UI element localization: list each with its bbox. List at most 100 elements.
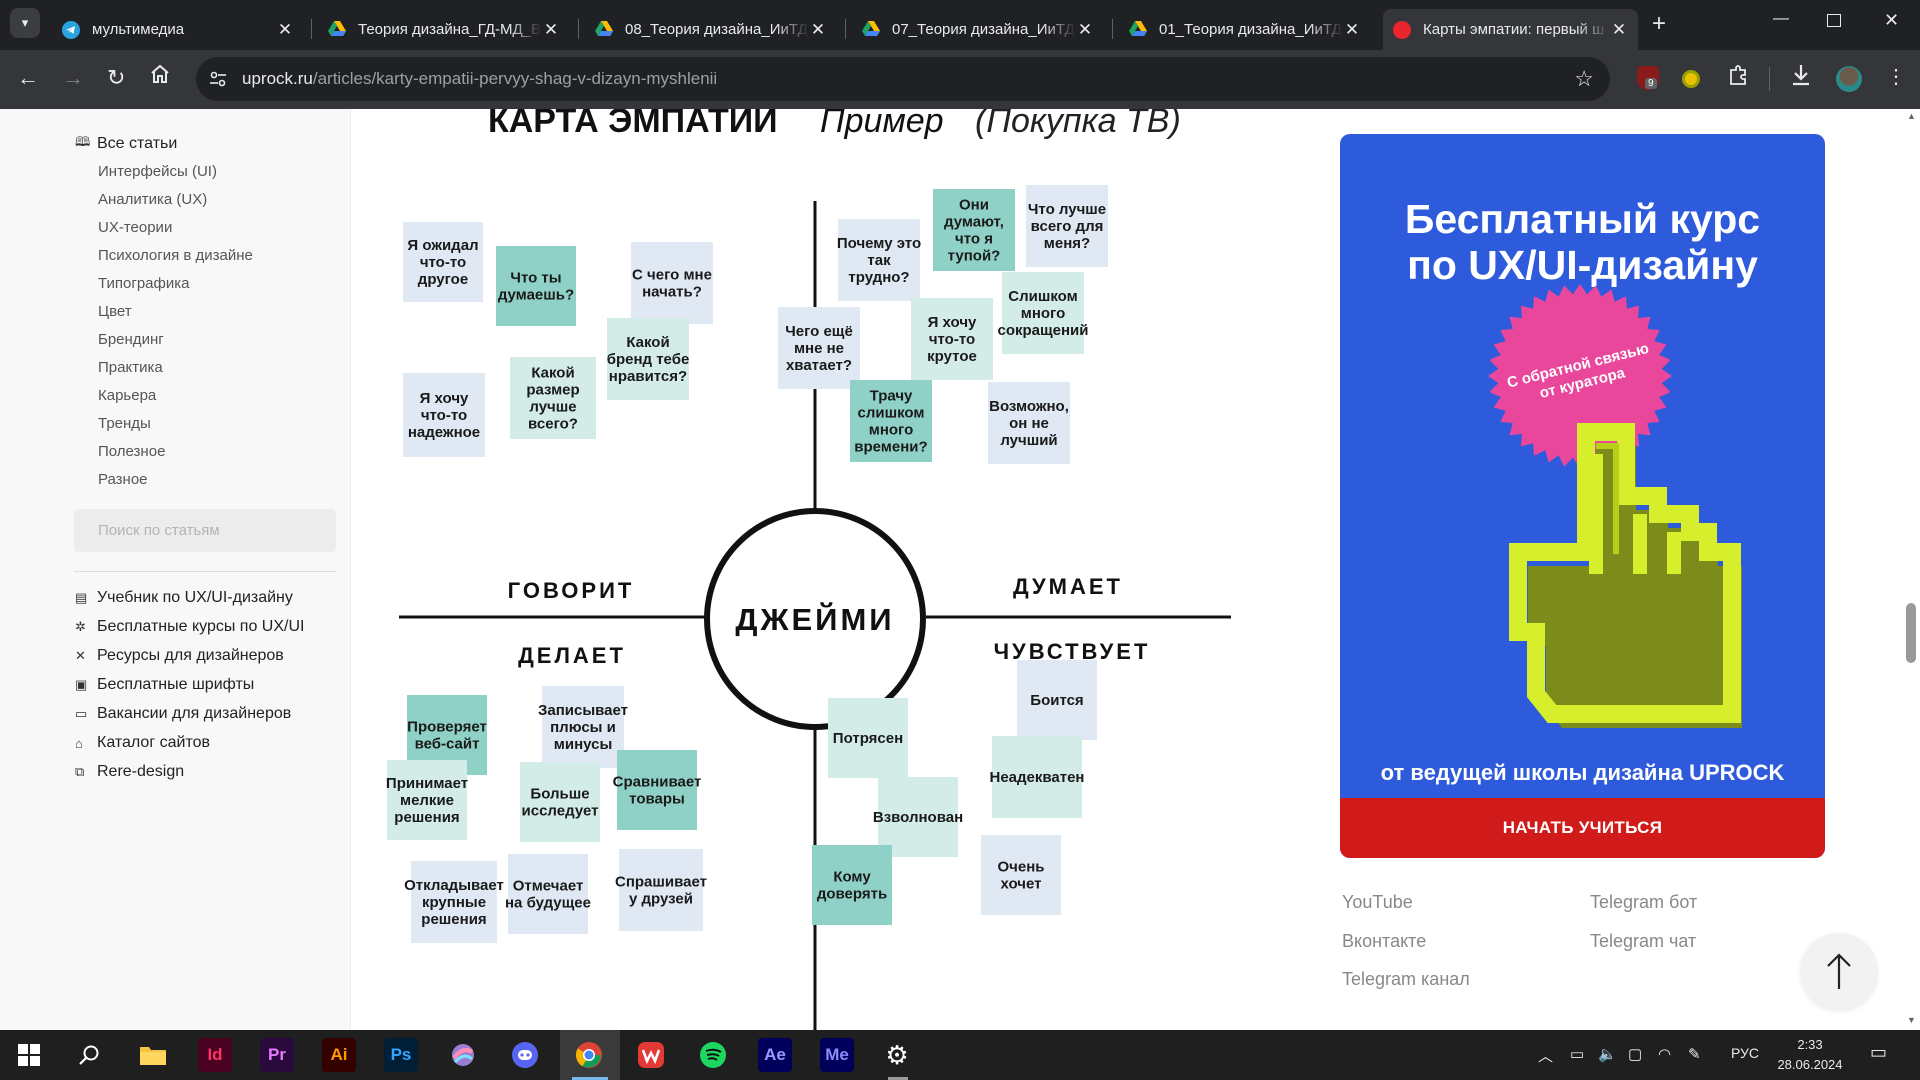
sidebar-divider — [74, 571, 336, 572]
sticky-note: Слишком много сокращений — [997, 272, 1089, 354]
tab-theory-07[interactable]: 07_Теория дизайна_ИиТД ✕ — [852, 9, 1104, 50]
menu-kebab-icon[interactable]: ⋮ — [1886, 64, 1906, 89]
media-encoder-icon[interactable]: Me — [820, 1038, 854, 1072]
extension-icon[interactable] — [1682, 70, 1700, 88]
tab-theory-01[interactable]: 01_Теория дизайна_ИиТД ✕ — [1119, 9, 1371, 50]
close-icon[interactable]: ✕ — [1076, 20, 1094, 40]
scroll-to-top-button[interactable] — [1800, 933, 1878, 1011]
tab-search-button[interactable]: ▾ — [10, 8, 40, 38]
page-content: 🕮 Все статьи Интерфейсы (UI) Аналитика (… — [0, 109, 1920, 1030]
font-icon: ▣ — [75, 677, 88, 692]
profile-avatar[interactable] — [1836, 66, 1862, 92]
uprock-icon — [1393, 20, 1411, 39]
bookmark-star-icon[interactable]: ☆ — [1574, 66, 1594, 92]
restore-icon[interactable] — [1827, 14, 1841, 27]
close-icon[interactable]: ✕ — [276, 20, 294, 40]
home-icon[interactable] — [150, 64, 170, 89]
spotify-icon[interactable] — [696, 1038, 730, 1072]
after-effects-icon[interactable]: Ae — [758, 1038, 792, 1072]
sidebar-link-vacancies[interactable]: ▭ Вакансии для дизайнеров — [75, 705, 291, 723]
close-icon[interactable]: ✕ — [809, 20, 827, 40]
reload-icon[interactable]: ↻ — [107, 65, 125, 91]
category-ux[interactable]: Аналитика (UX) — [98, 191, 207, 208]
article-search-input[interactable] — [74, 509, 336, 552]
extensions-puzzle-icon[interactable] — [1727, 64, 1749, 91]
category-typography[interactable]: Типографика — [98, 275, 189, 292]
forward-icon[interactable]: → — [62, 65, 84, 91]
sidebar-link-catalog[interactable]: ⌂ Каталог сайтов — [75, 734, 210, 752]
scrollbar-thumb[interactable] — [1906, 603, 1916, 663]
volume-icon[interactable]: 🔈 — [1598, 1045, 1617, 1063]
download-icon[interactable] — [1790, 63, 1812, 92]
site-settings-icon[interactable] — [208, 69, 228, 94]
indesign-icon[interactable]: Id — [198, 1038, 232, 1072]
search-icon[interactable] — [72, 1038, 106, 1072]
google-drive-icon — [862, 20, 880, 39]
category-color[interactable]: Цвет — [98, 303, 132, 320]
telegram-chat-link[interactable]: Telegram чат — [1590, 931, 1696, 952]
settings-gear-icon[interactable]: ⚙ — [880, 1038, 914, 1072]
tab-theory-gd[interactable]: Теория дизайна_ГД-МД_В ✕ — [318, 9, 570, 50]
app-swirl-icon[interactable] — [446, 1038, 480, 1072]
category-ui[interactable]: Интерфейсы (UI) — [98, 163, 217, 180]
pen-icon[interactable]: ✎ — [1688, 1045, 1701, 1063]
category-useful[interactable]: Полезное — [98, 443, 165, 460]
address-bar[interactable]: uprock.ru/articles/karty-empatii-pervyy-… — [196, 57, 1610, 101]
close-icon[interactable]: ✕ — [542, 20, 560, 40]
windows-start-icon[interactable] — [12, 1038, 46, 1072]
page-scrollbar[interactable]: ▲ ▼ — [1902, 109, 1920, 1030]
tools-icon: ✕ — [75, 648, 86, 663]
telegram-channel-link[interactable]: Telegram канал — [1342, 969, 1470, 990]
vk-link[interactable]: Вконтакте — [1342, 931, 1426, 952]
copy-icon: ⧉ — [75, 764, 85, 779]
show-hidden-icons-chevron[interactable]: ︿ — [1538, 1045, 1553, 1066]
start-learning-button[interactable]: НАЧАТЬ УЧИТЬСЯ — [1340, 798, 1825, 858]
illustrator-icon[interactable]: Ai — [322, 1038, 356, 1072]
category-trends[interactable]: Тренды — [98, 415, 151, 432]
window-close-icon[interactable]: ✕ — [1884, 10, 1899, 31]
sidebar-link-fonts[interactable]: ▣ Бесплатные шрифты — [75, 676, 254, 694]
minimize-icon[interactable]: — — [1773, 10, 1789, 28]
category-misc[interactable]: Разное — [98, 471, 148, 488]
back-icon[interactable]: ← — [17, 65, 39, 91]
wps-office-icon[interactable] — [634, 1038, 668, 1072]
category-career[interactable]: Карьера — [98, 387, 156, 404]
display-icon[interactable]: ▢ — [1628, 1045, 1642, 1063]
category-ux-theory[interactable]: UX-теории — [98, 219, 172, 236]
google-drive-icon — [328, 20, 346, 39]
chrome-icon[interactable] — [572, 1038, 606, 1072]
file-explorer-icon[interactable] — [136, 1038, 170, 1072]
sticky-note: Что лучше всего для меня? — [1026, 185, 1108, 267]
tab-empathy-maps[interactable]: Карты эмпатии: первый ш ✕ — [1383, 9, 1638, 50]
telegram-bot-link[interactable]: Telegram бот — [1590, 892, 1697, 913]
ublock-extension-icon[interactable]: 9 — [1637, 66, 1659, 90]
wifi-icon[interactable]: ◠ — [1658, 1045, 1671, 1063]
sticky-note: Что ты думаешь? — [496, 246, 576, 326]
category-psychology[interactable]: Психология в дизайне — [98, 247, 253, 264]
sidebar-link-redesign[interactable]: ⧉ Rere-design — [75, 763, 184, 781]
notifications-icon[interactable]: ▭ — [1870, 1042, 1887, 1063]
new-tab-button[interactable]: + — [1652, 10, 1666, 38]
tab-multimedia[interactable]: мультимедиа ✕ — [52, 9, 304, 50]
language-indicator[interactable]: РУС — [1731, 1045, 1759, 1061]
tab-theory-08[interactable]: 08_Теория дизайна_ИиТД ✕ — [585, 9, 837, 50]
sidebar-link-free-courses[interactable]: ✲ Бесплатные курсы по UX/UI — [75, 618, 304, 636]
scroll-down-arrow-icon[interactable]: ▼ — [1907, 1015, 1916, 1025]
discord-icon[interactable] — [508, 1038, 542, 1072]
all-articles-link[interactable]: 🕮 Все статьи — [75, 133, 177, 155]
sidebar-link-textbook[interactable]: ▤ Учебник по UX/UI-дизайну — [75, 589, 293, 607]
category-practice[interactable]: Практика — [98, 359, 163, 376]
premiere-icon[interactable]: Pr — [260, 1038, 294, 1072]
map-title: КАРТА ЭМПАТИИ — [488, 109, 778, 140]
promo-banner[interactable]: Бесплатный курс по UX/UI-дизайну С обрат… — [1340, 134, 1825, 858]
battery-icon[interactable]: ▭ — [1570, 1045, 1584, 1063]
close-icon[interactable]: ✕ — [1343, 20, 1361, 40]
clock[interactable]: 2:33 28.06.2024 — [1775, 1035, 1845, 1075]
close-icon[interactable]: ✕ — [1610, 20, 1628, 40]
sidebar-link-resources[interactable]: ✕ Ресурсы для дизайнеров — [75, 647, 284, 665]
scroll-up-arrow-icon[interactable]: ▲ — [1907, 111, 1916, 121]
photoshop-icon[interactable]: Ps — [384, 1038, 418, 1072]
sticky-note-text: Чего ещё мне не хватает? — [785, 323, 853, 374]
youtube-link[interactable]: YouTube — [1342, 892, 1413, 913]
category-branding[interactable]: Брендинг — [98, 331, 164, 348]
